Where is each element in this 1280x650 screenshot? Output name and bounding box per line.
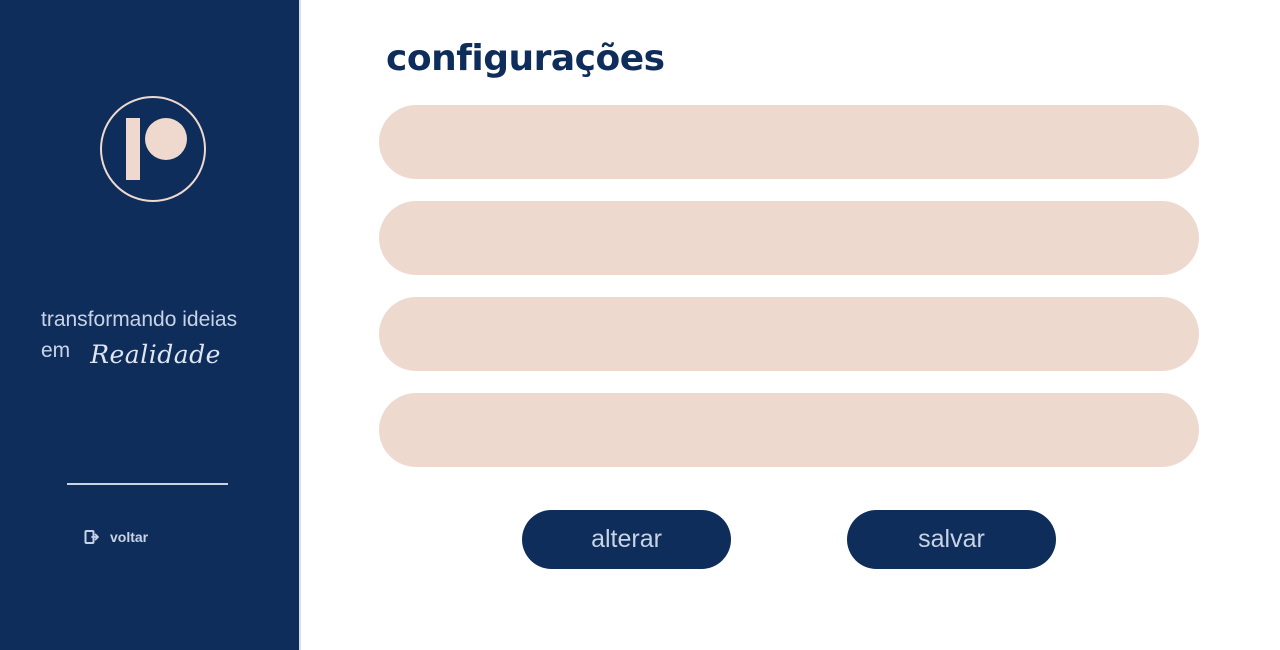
tagline-line-2: em Realidade [41,335,237,369]
alter-button[interactable]: alterar [522,510,731,569]
tagline-em: em [41,339,71,362]
brand-logo-icon [100,96,206,202]
settings-field-2[interactable] [379,201,1199,275]
tagline-script: Realidade [90,340,221,369]
settings-field-4[interactable] [379,393,1199,467]
exit-icon [84,529,100,545]
logo-dot [145,118,187,160]
sidebar: transformando ideias em Realidade voltar [0,0,299,650]
save-button[interactable]: salvar [847,510,1056,569]
sidebar-edge [299,0,301,650]
settings-page: transformando ideias em Realidade voltar… [0,0,1280,650]
settings-field-1[interactable] [379,105,1199,179]
logo-bar [126,118,140,180]
back-label: voltar [110,529,149,545]
back-link[interactable]: voltar [84,529,148,545]
page-title: configurações [386,38,665,79]
sidebar-divider [67,483,228,485]
tagline: transformando ideias em Realidade [41,304,238,369]
tagline-line-1: transformando ideias [41,308,238,331]
settings-field-3[interactable] [379,297,1199,371]
